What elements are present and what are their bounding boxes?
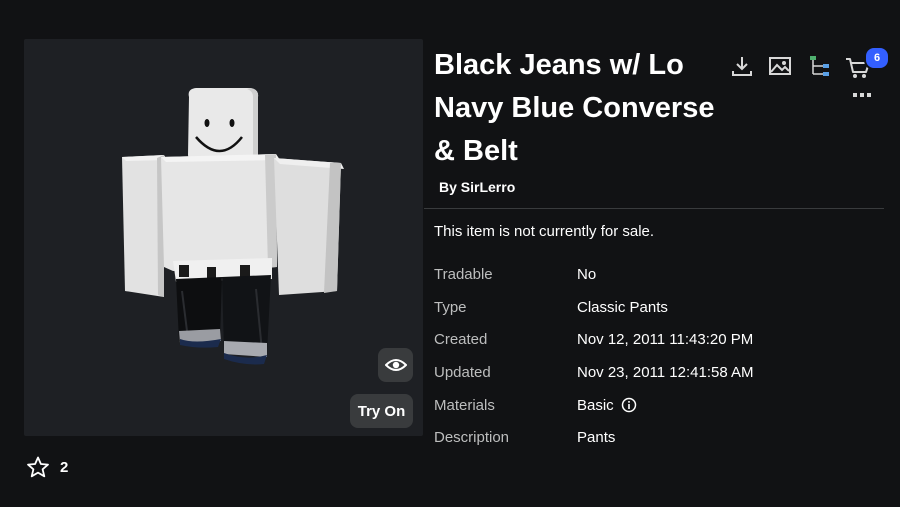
detail-label: Tradable: [434, 266, 493, 283]
detail-label: Updated: [434, 364, 491, 382]
hierarchy-icon[interactable]: [806, 52, 834, 80]
info-icon[interactable]: [621, 397, 637, 413]
detail-value: Nov 23, 2011 12:41:58 AM: [577, 364, 754, 382]
detail-label: Created: [434, 331, 488, 349]
more-icon[interactable]: [853, 92, 873, 98]
section-divider: [424, 208, 884, 209]
detail-label: Type: [434, 298, 467, 316]
item-toolbar: 6: [728, 46, 890, 112]
image-icon[interactable]: [766, 52, 794, 80]
detail-value: No: [577, 266, 597, 283]
eye-icon: [384, 359, 407, 371]
detail-value: Classic Pants: [577, 298, 668, 316]
favorite-control[interactable]: 2: [26, 456, 68, 478]
detail-value-wrap: Basic: [577, 397, 637, 414]
detail-value: Nov 12, 2011 11:43:20 PM: [577, 331, 754, 349]
cart-count-badge: 6: [864, 46, 890, 70]
detail-value: Basic: [577, 396, 614, 414]
star-outline-icon[interactable]: [26, 456, 50, 478]
detail-label: Description: [434, 429, 510, 447]
download-icon[interactable]: [728, 52, 756, 80]
creator-link[interactable]: By SirLerro: [439, 179, 515, 195]
try-on-button[interactable]: Try On: [350, 394, 413, 428]
sale-status: This item is not currently for sale.: [434, 223, 655, 240]
favorite-count: 2: [60, 458, 69, 476]
item-title: Black Jeans w/ Lo Navy Blue Converse & B…: [434, 49, 715, 167]
detail-value: Pants: [577, 429, 616, 447]
preview-toggle-button[interactable]: [378, 348, 413, 382]
detail-label: Materials: [434, 396, 495, 414]
item-preview[interactable]: Try On: [24, 39, 423, 436]
avatar-3d-model[interactable]: [24, 39, 423, 436]
